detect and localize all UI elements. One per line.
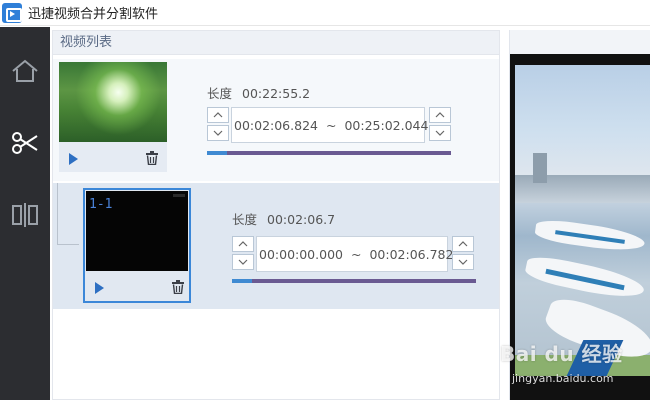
nav-cut-button[interactable] (0, 115, 50, 171)
left-nav (0, 27, 50, 400)
start-time-stepper[interactable] (232, 236, 254, 272)
chevron-up-icon (213, 112, 223, 118)
time-range-field[interactable]: 00:00:00.000 ~ 00:02:06.782 (256, 236, 453, 272)
preview-frame-image (515, 65, 650, 376)
range-separator: ~ (325, 117, 337, 133)
start-time-stepper[interactable] (207, 107, 229, 143)
trim-range-slider[interactable] (207, 151, 451, 155)
video-list-panel: 视频列表 长度 00:22:55.2 00:02:06.824 ~ 00:25:… (52, 30, 500, 400)
trim-range-slider[interactable] (232, 279, 476, 283)
app-logo-icon (2, 2, 22, 23)
start-time-up-button[interactable] (207, 107, 229, 123)
preview-control-tower (533, 153, 547, 183)
chevron-down-icon (458, 259, 468, 265)
start-time-down-button[interactable] (232, 254, 254, 270)
end-time-down-button[interactable] (452, 254, 474, 270)
chevron-up-icon (435, 112, 445, 118)
start-time-down-button[interactable] (207, 125, 229, 141)
home-icon (12, 59, 38, 82)
length-value: 00:02:06.7 (267, 212, 336, 227)
split-icon (12, 203, 38, 227)
range-separator: ~ (350, 246, 362, 262)
chevron-down-icon (435, 130, 445, 136)
list-item[interactable]: 长度 00:22:55.2 00:02:06.824 ~ 00:25:02.044 (53, 59, 499, 181)
end-time-input[interactable]: 00:02:06.782 (369, 247, 453, 262)
time-range-field[interactable]: 00:02:06.824 ~ 00:25:02.044 (231, 107, 428, 143)
end-time-input[interactable]: 00:25:02.044 (344, 118, 428, 133)
length-row: 长度 00:22:55.2 (207, 83, 310, 102)
video-thumbnail[interactable]: 1-1 (86, 191, 188, 271)
watermark-url: jingyan.baidu.com (512, 372, 614, 385)
length-value: 00:22:55.2 (242, 86, 311, 101)
trash-icon[interactable] (171, 280, 185, 294)
start-time-input[interactable]: 00:02:06.824 (234, 118, 318, 133)
clip-corner-mark (173, 194, 185, 197)
chevron-down-icon (238, 259, 248, 265)
chevron-down-icon (213, 130, 223, 136)
trim-range-selection[interactable] (232, 279, 252, 283)
end-time-stepper[interactable] (429, 107, 451, 143)
clip-tree-connector (57, 183, 79, 245)
clip-label: 1-1 (89, 197, 113, 212)
video-list: 长度 00:22:55.2 00:02:06.824 ~ 00:25:02.044 (53, 55, 499, 399)
video-list-title: 视频列表 (53, 31, 499, 55)
list-item[interactable]: 1-1 长度 00:02:06.7 00:00:00.000 ~ 00:02:0… (53, 183, 499, 309)
trash-icon[interactable] (145, 151, 159, 165)
preview-header (510, 30, 650, 54)
nav-split-button[interactable] (0, 187, 50, 243)
length-row: 长度 00:02:06.7 (232, 209, 335, 228)
trim-range-selection[interactable] (207, 151, 227, 155)
video-thumbnail-card[interactable] (59, 62, 167, 172)
video-thumbnail-card[interactable]: 1-1 (83, 188, 191, 303)
length-label: 长度 (207, 86, 233, 101)
length-label: 长度 (232, 212, 258, 227)
end-time-down-button[interactable] (429, 125, 451, 141)
chevron-up-icon (458, 241, 468, 247)
scissors-icon (12, 132, 38, 154)
start-time-input[interactable]: 00:00:00.000 (259, 247, 343, 262)
play-icon[interactable] (95, 282, 104, 294)
nav-home-button[interactable] (0, 43, 50, 99)
end-time-stepper[interactable] (452, 236, 474, 272)
end-time-up-button[interactable] (452, 236, 474, 252)
watermark: Bai du 经验 (500, 342, 623, 366)
video-thumbnail[interactable] (59, 62, 167, 142)
chevron-up-icon (238, 241, 248, 247)
window-title: 迅捷视频合并分割软件 (28, 7, 159, 22)
play-icon[interactable] (69, 153, 78, 165)
end-time-up-button[interactable] (429, 107, 451, 123)
title-bar: 迅捷视频合并分割软件 (0, 0, 650, 26)
start-time-up-button[interactable] (232, 236, 254, 252)
